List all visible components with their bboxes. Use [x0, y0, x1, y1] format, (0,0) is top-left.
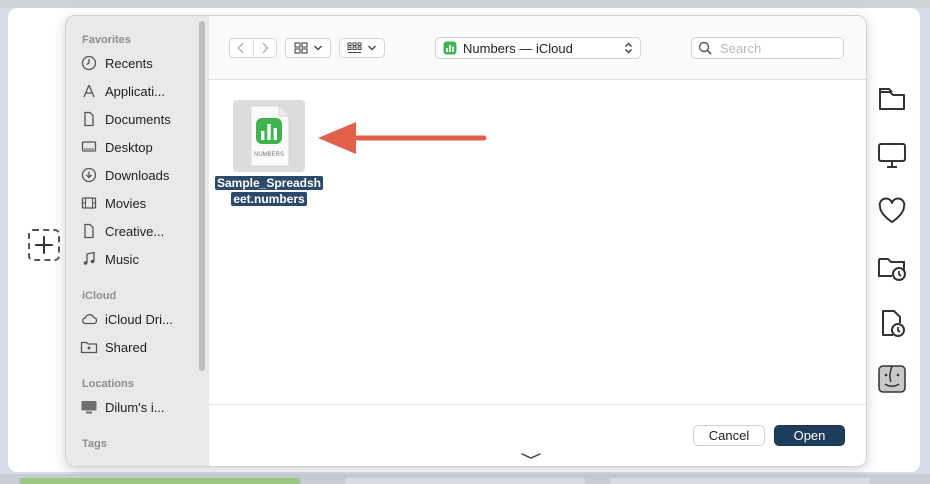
group-by-button[interactable] — [339, 38, 385, 58]
chevron-down-icon — [368, 45, 376, 51]
sidebar-item-label: Downloads — [105, 167, 170, 183]
back-button[interactable] — [230, 39, 254, 57]
document-icon — [80, 110, 98, 128]
file-name-line: eet.numbers — [231, 192, 307, 206]
clock-icon — [80, 54, 98, 72]
annotation-arrow — [318, 122, 487, 154]
sidebar-item-label: Desktop — [105, 139, 153, 155]
forward-button[interactable] — [254, 39, 277, 57]
search-field[interactable] — [691, 37, 844, 59]
heart-icon[interactable] — [876, 195, 908, 227]
finder-icon[interactable] — [876, 363, 908, 395]
sidebar-section-locations: Locations — [82, 378, 134, 390]
sidebar-item-applications[interactable]: Applicati... — [80, 79, 198, 103]
sidebar-item-shared[interactable]: Shared — [80, 335, 198, 359]
sidebar-item-creative[interactable]: Creative... — [80, 219, 198, 243]
recent-folder-icon[interactable] — [876, 251, 908, 283]
view-mode-button[interactable] — [285, 38, 331, 58]
search-input[interactable] — [718, 39, 832, 57]
cloud-icon — [80, 310, 98, 328]
sidebar-item-recents[interactable]: Recents — [80, 51, 198, 75]
search-icon — [698, 41, 712, 55]
download-icon — [80, 166, 98, 184]
right-toolbar — [870, 0, 922, 484]
shared-folder-icon — [80, 338, 98, 356]
sidebar-section-icloud: iCloud — [82, 290, 117, 302]
dialog-footer: Cancel Open — [209, 404, 866, 466]
open-button[interactable]: Open — [774, 425, 845, 446]
sidebar-item-label: Documents — [105, 111, 171, 127]
chevron-left-icon — [237, 42, 244, 54]
sidebar-item-label: Movies — [105, 195, 147, 211]
sidebar-item-label: Recents — [105, 55, 153, 71]
background-strip — [0, 0, 930, 8]
cancel-button[interactable]: Cancel — [693, 425, 765, 446]
sidebar-item-music[interactable]: Music — [80, 247, 198, 271]
applications-icon — [80, 82, 98, 100]
up-down-chevron-icon — [625, 42, 632, 54]
location-label: Numbers — iCloud — [463, 40, 573, 56]
sidebar-item-movies[interactable]: Movies — [80, 191, 198, 215]
numbers-app-icon — [443, 41, 457, 55]
toolbar: Numbers — iCloud — [209, 16, 866, 80]
numbers-file-icon — [250, 105, 290, 167]
document-icon — [80, 222, 98, 240]
display-icon[interactable] — [876, 139, 908, 171]
open-file-dialog: Favorites Recents Applicati... Documents… — [65, 15, 867, 467]
chevron-right-icon — [262, 42, 269, 54]
sidebar-item-computer[interactable]: Dilum's i... — [80, 395, 198, 419]
sidebar-item-label: iCloud Dri... — [105, 311, 173, 327]
sidebar-section-tags: Tags — [82, 438, 107, 450]
recent-document-icon[interactable] — [876, 307, 908, 339]
file-name: Sample_Spreadsh eet.numbers — [211, 175, 327, 207]
location-dropdown[interactable]: Numbers — iCloud — [435, 37, 641, 59]
file-thumbnail: NUMBERS — [233, 100, 305, 172]
sidebar-item-label: Shared — [105, 339, 147, 355]
sidebar-item-desktop[interactable]: Desktop — [80, 135, 198, 159]
sidebar-item-label: Applicati... — [105, 83, 165, 99]
plus-icon — [30, 231, 58, 259]
sidebar-item-icloud-drive[interactable]: iCloud Dri... — [80, 307, 198, 331]
grouped-grid-icon — [347, 42, 362, 53]
sidebar-item-label: Music — [105, 251, 139, 267]
sidebar-section-favorites: Favorites — [82, 34, 131, 46]
file-type-badge: NUMBERS — [253, 152, 284, 158]
history-nav — [229, 38, 277, 58]
file-item[interactable]: NUMBERS Sample_Spreadsh eet.numbers — [209, 80, 329, 210]
film-icon — [80, 194, 98, 212]
icon-grid-icon — [293, 42, 308, 54]
chevron-down-icon — [313, 45, 322, 51]
computer-icon — [80, 398, 98, 416]
file-name-line: Sample_Spreadsh — [214, 176, 324, 190]
background-strip — [0, 474, 930, 484]
desktop-icon — [80, 138, 98, 156]
sidebar-scrollbar[interactable] — [199, 21, 205, 371]
sidebar-item-downloads[interactable]: Downloads — [80, 163, 198, 187]
music-note-icon — [80, 250, 98, 268]
add-file-button[interactable] — [28, 229, 60, 261]
options-chevron-icon[interactable] — [520, 452, 542, 460]
sidebar: Favorites Recents Applicati... Documents… — [66, 16, 210, 466]
file-browser: NUMBERS Sample_Spreadsh eet.numbers — [209, 80, 866, 404]
file-folder-icon[interactable] — [876, 83, 908, 115]
sidebar-item-documents[interactable]: Documents — [80, 107, 198, 131]
sidebar-item-label: Creative... — [105, 223, 165, 239]
sidebar-item-label: Dilum's i... — [105, 399, 165, 415]
